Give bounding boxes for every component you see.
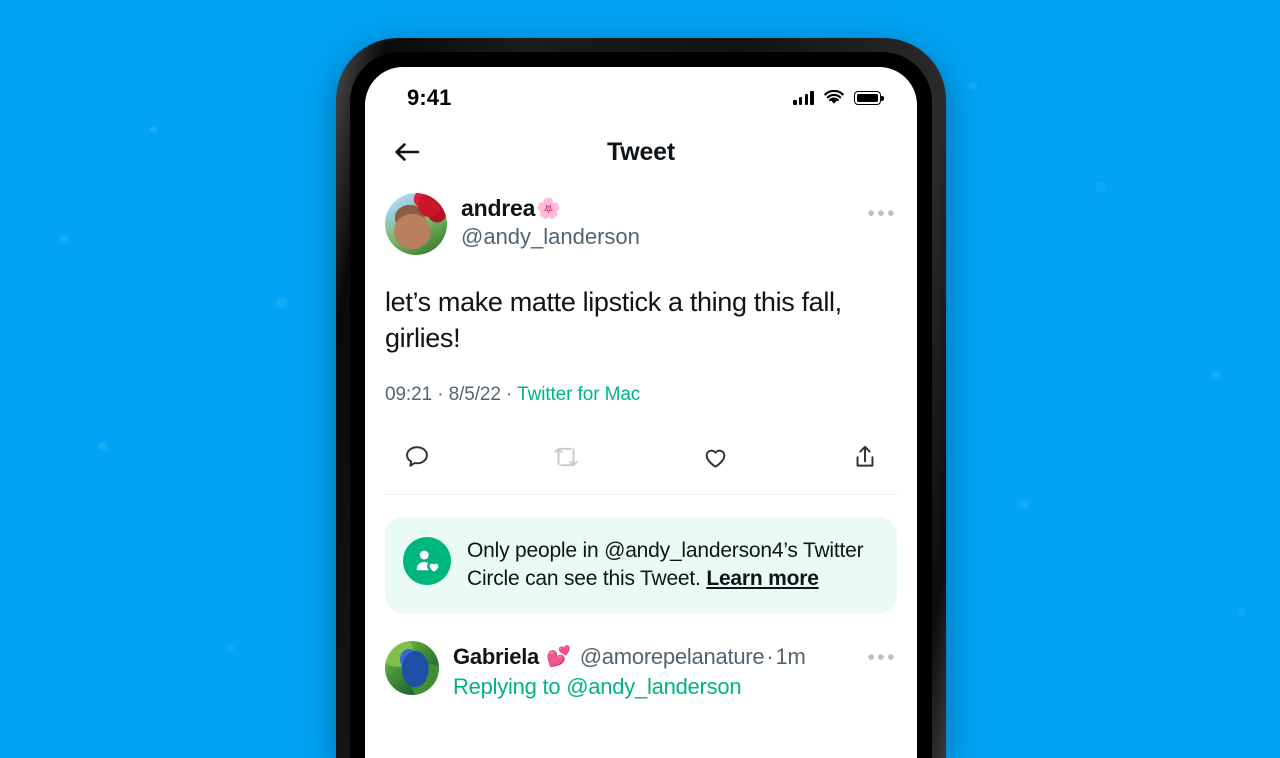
retweet-icon [554, 448, 578, 467]
twitter-circle-banner: Only people in @andy_landerson4’s Twitte… [385, 517, 897, 613]
twitter-circle-text: Only people in @andy_landerson4’s Twitte… [467, 537, 877, 592]
retweet-button[interactable] [546, 440, 586, 474]
share-icon [856, 446, 874, 467]
avatar[interactable] [385, 193, 447, 255]
author-names: andrea 🌸 @andy_landerson [461, 193, 853, 252]
reply-timestamp: 1m [775, 643, 806, 669]
replying-to-line: Replying to @andy_landerson [453, 674, 853, 700]
tweet-metadata: 09:21 · 8/5/22 · Twitter for Mac [385, 384, 897, 406]
reply-button[interactable] [397, 440, 437, 474]
status-bar-time: 9:41 [407, 85, 452, 110]
back-arrow-icon [395, 143, 420, 161]
tweet-time: 09:21 [385, 384, 433, 406]
phone-bezel: 9:41 Tweet andrea 🌸 @andy_landerson ••• … [350, 52, 932, 758]
reply-author-row: Gabriela 💕 @amorepelanature · 1m [453, 644, 853, 670]
flower-emoji-icon: 🌸 [536, 197, 561, 220]
replying-to-handle[interactable]: @andy_landerson [566, 674, 741, 699]
reply-handle[interactable]: @amorepelanature [580, 644, 765, 670]
meta-separator-2: · [500, 384, 518, 406]
navigation-bar: Tweet [365, 123, 917, 181]
twitter-circle-icon [403, 537, 451, 586]
tweet-detail: andrea 🌸 @andy_landerson ••• let’s make … [365, 181, 917, 496]
screenshot-canvas: 9:41 Tweet andrea 🌸 @andy_landerson ••• … [0, 0, 1280, 758]
learn-more-link[interactable]: Learn more [706, 567, 819, 590]
tweet-more-options-button[interactable]: ••• [867, 193, 897, 224]
person-heart-icon [416, 550, 439, 572]
wifi-icon [824, 90, 844, 104]
like-button[interactable] [696, 440, 736, 474]
reply-body: Gabriela 💕 @amorepelanature · 1m Replying … [453, 641, 853, 700]
tweet-author-row: andrea 🌸 @andy_landerson ••• [385, 187, 897, 255]
reply-display-name[interactable]: Gabriela [453, 644, 539, 670]
reply-icon [406, 446, 428, 467]
replying-to-prefix: Replying to [453, 673, 567, 699]
status-bar-icons [793, 90, 884, 106]
cellular-signal-icon [793, 91, 814, 105]
page-title: Tweet [607, 137, 675, 166]
phone-device-frame: 9:41 Tweet andrea 🌸 @andy_landerson ••• … [336, 38, 946, 758]
author-display-name-text: andrea [461, 195, 536, 221]
battery-full-icon [854, 91, 884, 105]
status-bar: 9:41 [365, 67, 917, 123]
back-button[interactable] [385, 130, 429, 174]
reply-separator: · [766, 643, 774, 669]
avatar[interactable] [385, 640, 439, 695]
tweet-text: let’s make matte lipstick a thing this f… [385, 287, 842, 353]
reply-tweet: Gabriela 💕 @amorepelanature · 1m Replying … [365, 613, 917, 700]
two-hearts-emoji-icon: 💕 [546, 645, 571, 668]
author-display-name[interactable]: andrea 🌸 [461, 195, 853, 222]
meta-separator-1: · [432, 384, 449, 406]
reply-more-options-button[interactable]: ••• [867, 641, 897, 700]
tweet-action-bar [385, 414, 897, 496]
author-handle[interactable]: @andy_landerson [461, 223, 853, 252]
like-icon [705, 449, 726, 468]
share-button[interactable] [845, 440, 885, 474]
phone-screen: 9:41 Tweet andrea 🌸 @andy_landerson ••• … [365, 67, 917, 758]
tweet-source[interactable]: Twitter for Mac [517, 384, 640, 405]
tweet-date: 8/5/22 [448, 384, 501, 406]
